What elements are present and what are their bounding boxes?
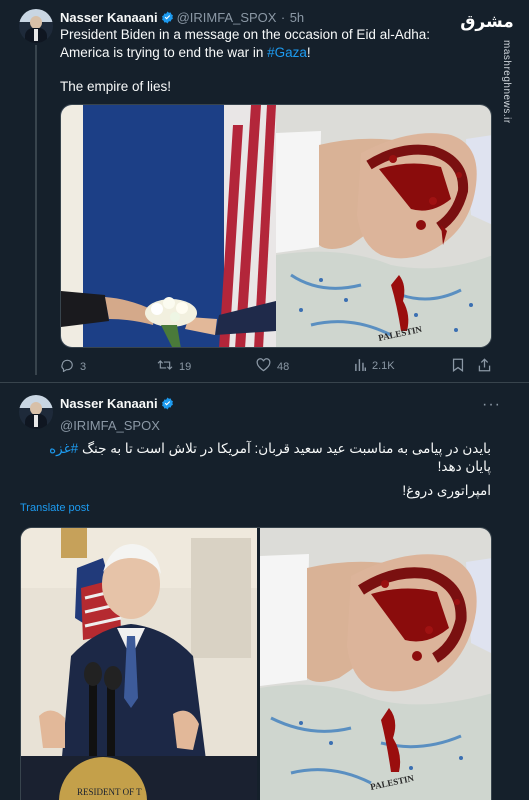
bookmark-button[interactable] (452, 358, 470, 375)
tweet-text-part: President Biden in a message on the occa… (60, 27, 430, 60)
reply-count: 3 (80, 360, 87, 373)
reply-icon (60, 358, 80, 375)
tweet-text-part: بایدن در پیامی به مناسبت عید سعید قربان:… (78, 441, 491, 456)
watermark-url: mashreghnews.ir (501, 40, 512, 124)
tweet-image[interactable]: PALESTIN (60, 104, 492, 348)
like-button[interactable]: 48 (256, 358, 289, 375)
tweet-text-part: ! (306, 45, 311, 60)
tweet-2[interactable]: Nasser Kanaani @IRIMFA_SPOX ··· بایدن در… (0, 384, 529, 800)
retweet-count: 19 (179, 360, 192, 373)
tweet-text-persian: بایدن در پیامی به مناسبت عید سعید قربان:… (31, 440, 491, 476)
thread-line (35, 45, 37, 375)
author-handle[interactable]: @IRIMFA_SPOX (60, 418, 177, 433)
tweet-header: Nasser Kanaani @IRIMFA_SPOX (60, 395, 177, 433)
views-button[interactable]: 2.1K (354, 358, 395, 374)
bookmark-icon (452, 358, 470, 375)
avatar[interactable] (19, 9, 53, 43)
hashtag-link[interactable]: #غزه (49, 441, 78, 456)
views-count: 2.1K (372, 360, 395, 372)
author-name[interactable]: Nasser Kanaani (60, 396, 158, 411)
tweet-image[interactable]: RESIDENT OF T PALESTIN (20, 527, 492, 800)
like-count: 48 (277, 360, 290, 373)
heart-icon (256, 358, 277, 375)
share-button[interactable] (478, 358, 497, 375)
author-handle[interactable]: @IRIMFA_SPOX (177, 10, 277, 25)
retweet-button[interactable]: 19 (157, 358, 191, 375)
hashtag-link[interactable]: #Gaza (267, 45, 307, 60)
separator: · (280, 10, 286, 25)
watermark-logo: مشرق (460, 12, 514, 32)
seal-text: RESIDENT OF T (77, 787, 142, 797)
translate-post-link[interactable]: Translate post (20, 502, 89, 514)
tweet-text-line2: The empire of lies! (60, 79, 172, 94)
tweet-text-part: پایان دهد! (437, 459, 491, 474)
tweet-text-persian-line2: امپراتوری دروغ! (402, 483, 491, 498)
reply-button[interactable]: 3 (60, 358, 86, 375)
tweet-1[interactable]: Nasser Kanaani @IRIMFA_SPOX · 5h Presiden… (0, 0, 529, 383)
author-name[interactable]: Nasser Kanaani (60, 10, 158, 25)
retweet-icon (157, 358, 179, 375)
views-chart-icon (354, 358, 372, 374)
verified-badge-icon (161, 397, 174, 415)
timestamp[interactable]: 5h (290, 10, 304, 25)
avatar[interactable] (19, 395, 53, 429)
action-bar: 3 19 48 2.1K (60, 358, 492, 376)
more-options-icon[interactable]: ··· (482, 396, 501, 414)
tweet-text: President Biden in a message on the occa… (60, 26, 460, 62)
share-icon (478, 358, 497, 375)
